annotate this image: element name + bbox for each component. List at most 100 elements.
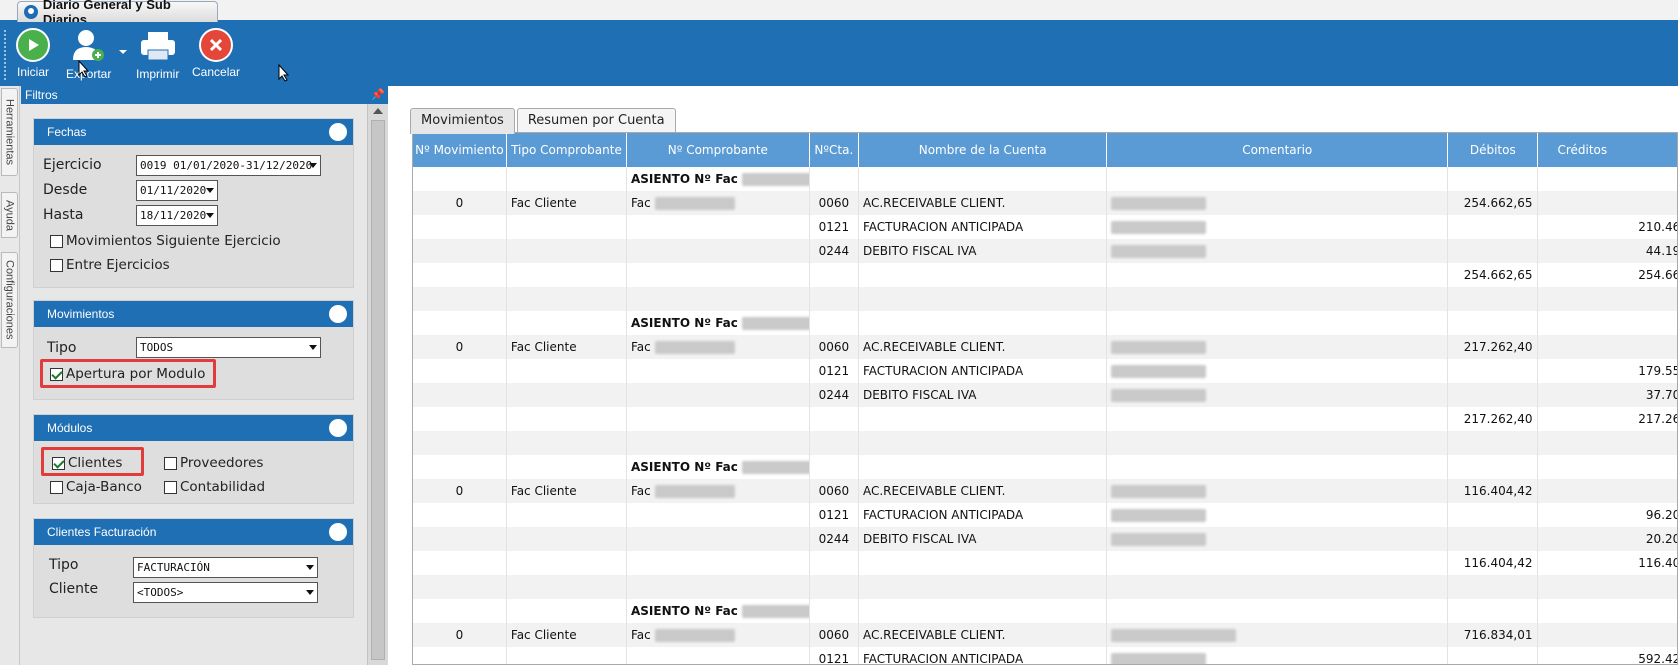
table-row[interactable]: ASIENTO Nº Fac bbox=[413, 455, 1677, 479]
table-row[interactable]: 0121 FACTURACION ANTICIPADA 210.465,00 bbox=[413, 215, 1677, 239]
cell-comprobante[interactable] bbox=[626, 503, 810, 527]
cell-comprobante[interactable] bbox=[626, 239, 810, 263]
cell-mov[interactable]: 0 bbox=[413, 479, 507, 503]
cell-nombre-cuenta[interactable]: FACTURACION ANTICIPADA bbox=[858, 359, 1108, 383]
cell-mov[interactable] bbox=[413, 383, 507, 407]
table-cell[interactable] bbox=[1106, 167, 1449, 191]
table-row[interactable]: 0121 FACTURACION ANTICIPADA 592.424,80 bbox=[413, 647, 1677, 664]
table-row[interactable]: 0121 FACTURACION ANTICIPADA 179.555,70 bbox=[413, 359, 1677, 383]
table-row[interactable] bbox=[413, 575, 1677, 599]
cell-nombre-cuenta[interactable]: FACTURACION ANTICIPADA bbox=[858, 215, 1108, 239]
table-cell[interactable] bbox=[1106, 455, 1449, 479]
cell-cuenta[interactable]: 0060 bbox=[809, 191, 859, 215]
proveedores-checkbox[interactable]: Proveedores bbox=[164, 455, 263, 471]
cell-debito[interactable] bbox=[1447, 215, 1539, 239]
cell-cuenta[interactable]: 0121 bbox=[809, 503, 859, 527]
table-cell[interactable] bbox=[858, 575, 1108, 599]
cell-comentario[interactable] bbox=[1106, 191, 1449, 215]
table-cell[interactable] bbox=[413, 551, 507, 575]
table-row[interactable] bbox=[413, 431, 1677, 455]
cell-mov[interactable]: 0 bbox=[413, 191, 507, 215]
cell-mov[interactable] bbox=[413, 503, 507, 527]
cell-total-credito[interactable]: 116.404,42 bbox=[1537, 551, 1677, 575]
table-row[interactable]: 0 Fac Cliente Fac 0060 AC.RECEIVABLE CLIENT… bbox=[413, 479, 1677, 503]
cell-debito[interactable] bbox=[1447, 503, 1539, 527]
table-row[interactable]: 0121 FACTURACION ANTICIPADA 96.202,00 bbox=[413, 503, 1677, 527]
table-cell[interactable] bbox=[626, 431, 810, 455]
ejercicio-select[interactable]: 0019 01/01/2020-31/12/2020 bbox=[136, 155, 321, 176]
scrollbar-thumb[interactable] bbox=[371, 120, 385, 660]
cell-comentario[interactable] bbox=[1106, 623, 1449, 647]
cell-cuenta[interactable]: 0244 bbox=[809, 383, 859, 407]
cliente-select[interactable]: <TODOS> bbox=[133, 582, 318, 603]
cell-cuenta[interactable]: 0121 bbox=[809, 647, 859, 664]
cell-comentario[interactable] bbox=[1106, 503, 1449, 527]
cell-cuenta[interactable]: 0121 bbox=[809, 215, 859, 239]
table-cell[interactable] bbox=[1537, 455, 1677, 479]
cell-mov[interactable] bbox=[413, 527, 507, 551]
table-cell[interactable] bbox=[858, 431, 1108, 455]
cell-mov[interactable] bbox=[413, 647, 507, 664]
table-cell[interactable] bbox=[858, 311, 1108, 335]
cell-asiento-header[interactable]: ASIENTO Nº Fac bbox=[626, 167, 810, 191]
cell-asiento-header[interactable]: ASIENTO Nº Fac bbox=[626, 311, 810, 335]
table-row[interactable]: ASIENTO Nº Fac bbox=[413, 599, 1677, 623]
cell-debito[interactable]: 716.834,01 bbox=[1447, 623, 1539, 647]
table-row[interactable]: ASIENTO Nº Fac bbox=[413, 167, 1677, 191]
table-cell[interactable] bbox=[1447, 287, 1539, 311]
col-header-movimiento[interactable]: Nº Movimiento bbox=[413, 133, 507, 167]
table-cell[interactable] bbox=[809, 455, 859, 479]
cell-nombre-cuenta[interactable]: FACTURACION ANTICIPADA bbox=[858, 503, 1108, 527]
cell-comprobante[interactable] bbox=[626, 215, 810, 239]
side-tab-configuraciones[interactable]: Configuraciones bbox=[1, 252, 18, 348]
table-cell[interactable] bbox=[1537, 575, 1677, 599]
cell-cuenta[interactable]: 0060 bbox=[809, 479, 859, 503]
cell-comentario[interactable] bbox=[1106, 335, 1449, 359]
exportar-dropdown-icon[interactable] bbox=[119, 50, 127, 54]
table-row[interactable]: 217.262,40 217.262,40 bbox=[413, 407, 1677, 431]
table-cell[interactable] bbox=[1447, 599, 1539, 623]
table-cell[interactable] bbox=[1106, 407, 1449, 431]
cell-comentario[interactable] bbox=[1106, 239, 1449, 263]
table-cell[interactable] bbox=[413, 287, 507, 311]
table-cell[interactable] bbox=[1106, 431, 1449, 455]
table-cell[interactable] bbox=[858, 599, 1108, 623]
cell-debito[interactable]: 254.662,65 bbox=[1447, 191, 1539, 215]
cell-comentario[interactable] bbox=[1106, 383, 1449, 407]
iniciar-button[interactable]: Iniciar bbox=[16, 28, 50, 79]
cell-comentario[interactable] bbox=[1106, 479, 1449, 503]
cell-credito[interactable] bbox=[1537, 623, 1677, 647]
cell-debito[interactable] bbox=[1447, 383, 1539, 407]
cell-tipo[interactable] bbox=[506, 311, 628, 335]
cell-total-debito[interactable]: 217.262,40 bbox=[1447, 407, 1539, 431]
col-header-creditos[interactable]: Créditos bbox=[1537, 133, 1677, 167]
col-header-comprobante[interactable]: Nº Comprobante bbox=[626, 133, 810, 167]
cell-tipo[interactable]: Fac Cliente bbox=[506, 335, 628, 359]
cell-comentario[interactable] bbox=[1106, 359, 1449, 383]
table-cell[interactable] bbox=[626, 575, 810, 599]
table-cell[interactable] bbox=[413, 575, 507, 599]
table-cell[interactable] bbox=[809, 287, 859, 311]
table-cell[interactable] bbox=[809, 263, 859, 287]
table-row[interactable]: 0 Fac Cliente Fac 0060 AC.RECEIVABLE CLIENT… bbox=[413, 335, 1677, 359]
collapse-icon[interactable] bbox=[329, 305, 347, 323]
cell-credito[interactable]: 179.555,70 bbox=[1537, 359, 1677, 383]
cell-comprobante[interactable] bbox=[626, 359, 810, 383]
section-clientes-facturacion-header[interactable]: Clientes Facturación bbox=[34, 519, 353, 545]
table-cell[interactable] bbox=[1106, 599, 1449, 623]
cell-mov[interactable] bbox=[413, 359, 507, 383]
table-cell[interactable] bbox=[809, 431, 859, 455]
cell-comentario[interactable] bbox=[1106, 647, 1449, 664]
cell-total-credito[interactable]: 217.262,40 bbox=[1537, 407, 1677, 431]
table-cell[interactable] bbox=[1447, 167, 1539, 191]
cell-tipo[interactable] bbox=[506, 503, 628, 527]
table-cell[interactable] bbox=[1447, 311, 1539, 335]
cell-tipo[interactable] bbox=[506, 647, 628, 664]
table-cell[interactable] bbox=[506, 551, 628, 575]
table-cell[interactable] bbox=[1106, 551, 1449, 575]
cell-nombre-cuenta[interactable]: AC.RECEIVABLE CLIENT. bbox=[858, 335, 1108, 359]
table-cell[interactable] bbox=[809, 407, 859, 431]
cell-comprobante[interactable] bbox=[626, 383, 810, 407]
cell-nombre-cuenta[interactable]: FACTURACION ANTICIPADA bbox=[858, 647, 1108, 664]
table-cell[interactable] bbox=[858, 551, 1108, 575]
